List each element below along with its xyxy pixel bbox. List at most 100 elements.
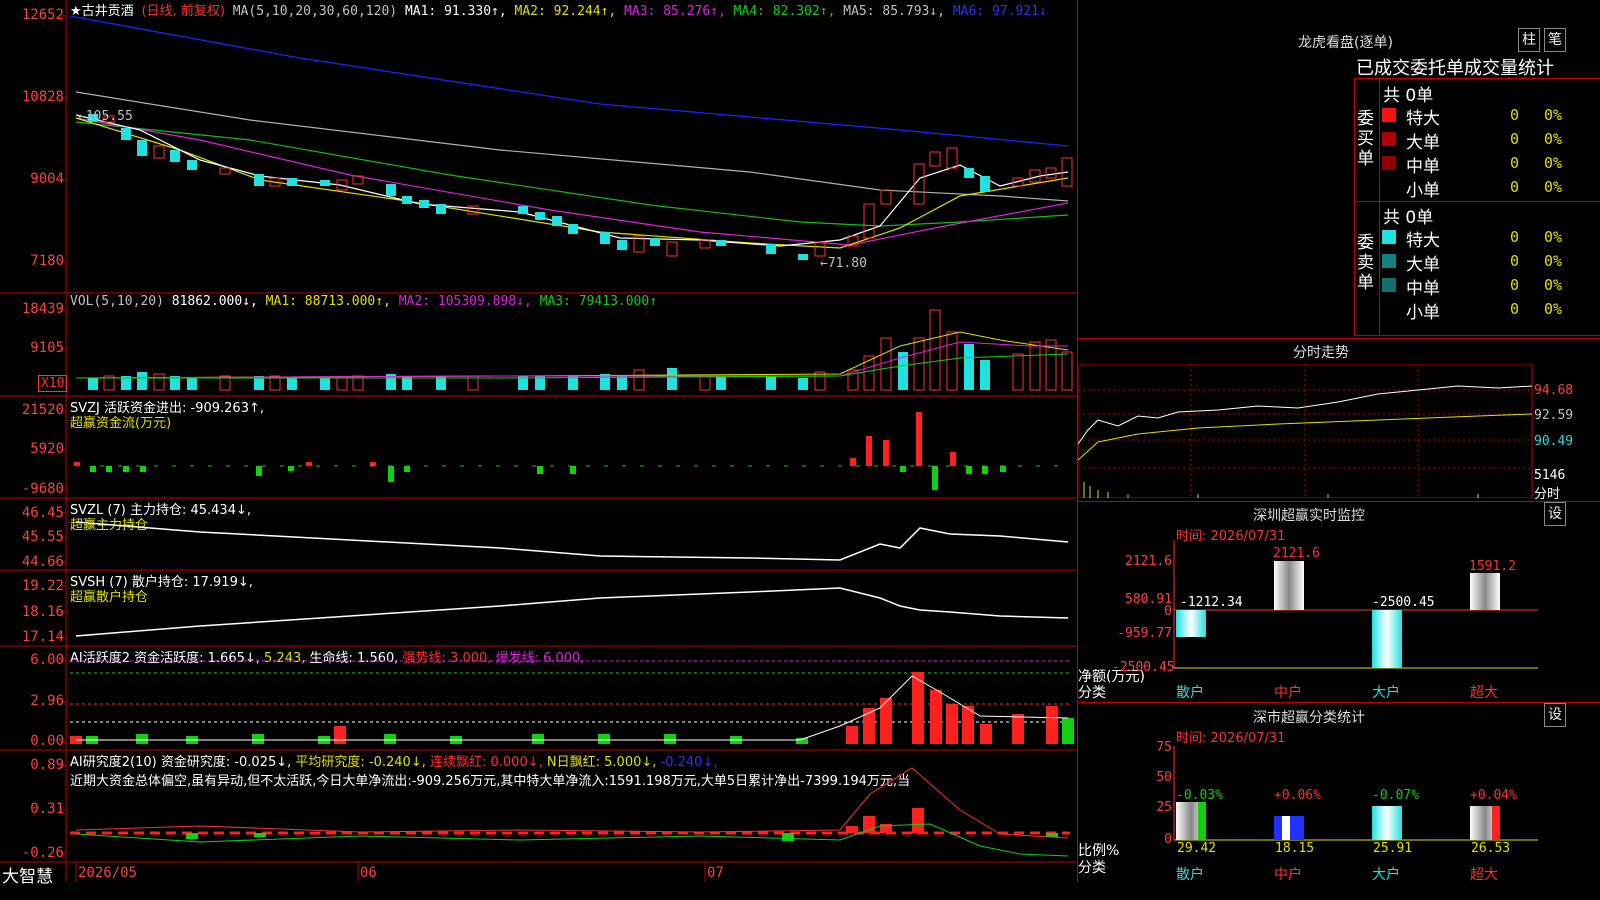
buy-row-2: 中单 0 0% <box>1380 152 1600 177</box>
stat-axis-label: 50 <box>1156 770 1172 785</box>
order-stat-header: 已成交委托单成交量统计 <box>1356 58 1554 79</box>
buy-row-1: 大单 0 0% <box>1380 128 1600 153</box>
color-swatch <box>1382 180 1396 194</box>
stat-axis-label: 0 <box>1164 832 1172 847</box>
row-name: 特大 <box>1406 109 1440 129</box>
monitor-settings-button[interactable]: 设 <box>1544 502 1566 526</box>
price-axis-label: 9004 <box>30 171 64 187</box>
color-swatch <box>1382 132 1396 146</box>
row-name: 特大 <box>1406 231 1440 251</box>
monitor-value-label: -1212.34 <box>1180 595 1243 610</box>
kline-header: ★古井贡酒 (日线, 前复权) MA(5,10,20,30,60,120) MA… <box>70 0 1047 19</box>
color-swatch <box>1382 302 1396 316</box>
kline-chart <box>69 15 1073 260</box>
monitor-cat-0: 散户 <box>1176 685 1204 701</box>
stat-value-label: 18.15 <box>1275 841 1315 856</box>
stock-name[interactable]: ★古井贡酒 <box>70 4 134 19</box>
lhb-title: 龙虎看盘(逐单) <box>1298 35 1393 51</box>
stat-delta-label: -0.03% <box>1176 788 1223 803</box>
monitor-value-label: -2500.45 <box>1372 595 1435 610</box>
row-name: 中单 <box>1406 279 1440 299</box>
svzl-line <box>75 521 1069 561</box>
row-pct: 0% <box>1544 106 1563 124</box>
row-pct: 0% <box>1544 130 1563 148</box>
intraday-unit: 分时 <box>1534 487 1561 502</box>
color-swatch <box>1382 230 1396 244</box>
monitor-axis-label: 0 <box>1164 604 1172 619</box>
date-label: 06 <box>360 865 377 881</box>
sell-row-2: 中单 0 0% <box>1380 274 1600 299</box>
svzj-bars <box>74 412 1070 490</box>
row-name: 小单 <box>1406 303 1440 323</box>
stat-delta-label: -0.07% <box>1372 788 1419 803</box>
kline-mode[interactable]: (日线, 前复权) <box>141 4 224 19</box>
row-name: 中单 <box>1406 157 1440 177</box>
stat-delta-label: +0.06% <box>1274 788 1321 803</box>
stat-axis-label: 25 <box>1156 800 1172 815</box>
brand-label: 大智慧 <box>2 867 53 887</box>
sell-row-1: 大单 0 0% <box>1380 250 1600 275</box>
intraday-chart[interactable] <box>1078 364 1600 498</box>
buy-total: 共 0单 <box>1383 86 1434 106</box>
candles <box>88 114 1073 260</box>
stat-title: 深市超赢分类统计 <box>1253 710 1365 726</box>
ai-active-bars <box>70 660 1074 744</box>
price-high-mark: ←105.55 <box>78 109 133 124</box>
main-chart-area[interactable]: 12652 10828 9004 7180 ←105.55 ←71.80 ★古井… <box>0 0 1078 887</box>
row-pct: 0% <box>1544 228 1563 246</box>
sell-total: 共 0单 <box>1383 208 1434 228</box>
ma3-value: MA3: 85.276↑, <box>624 4 726 19</box>
buy-row-0: 特大 0 0% <box>1380 104 1600 129</box>
stat-settings-button[interactable]: 设 <box>1544 703 1566 727</box>
row-name: 小单 <box>1406 181 1440 201</box>
row-name: 大单 <box>1406 133 1440 153</box>
row-pct: 0% <box>1544 178 1563 196</box>
sell-label: 委卖单 <box>1357 233 1374 293</box>
buy-row-3: 小单 0 0% <box>1380 176 1600 201</box>
svsh-line <box>75 587 1069 637</box>
intraday-axis-label: 94.68 <box>1534 383 1574 398</box>
buy-label: 委买单 <box>1357 109 1374 169</box>
ma5-line <box>75 91 1069 202</box>
sell-row-3: 小单 0 0% <box>1380 298 1600 323</box>
color-swatch <box>1382 278 1396 292</box>
vol-bars <box>75 309 1073 391</box>
monitor-axis-label: 2121.6 <box>1125 554 1172 569</box>
ma-label: MA(5,10,20,30,60,120) <box>232 4 398 19</box>
monitor-value-label: 2121.6 <box>1273 546 1320 561</box>
date-label: 2026/05 <box>78 865 138 881</box>
monitor-axis-label: -959.77 <box>1117 626 1172 641</box>
row-name: 大单 <box>1406 255 1440 275</box>
monitor-cat-1: 中户 <box>1274 685 1302 701</box>
stat-cat-3: 超大 <box>1470 867 1498 883</box>
row-pct: 0% <box>1544 276 1563 294</box>
tick-mode-button[interactable]: 笔 <box>1544 28 1566 52</box>
row-count: 0 <box>1510 276 1520 294</box>
ma5-value: MA5: 85.793↓, <box>843 4 945 19</box>
row-count: 0 <box>1510 178 1520 196</box>
monitor-cat-label: 分类 <box>1078 685 1106 701</box>
monitor-axis-label: -2500.45 <box>1112 660 1175 675</box>
stat-value-label: 29.42 <box>1177 841 1217 856</box>
row-pct: 0% <box>1544 154 1563 172</box>
monitor-value-label: 1591.2 <box>1469 559 1516 574</box>
price-axis-label: 7180 <box>30 253 64 269</box>
bar-mode-button[interactable]: 柱 <box>1518 28 1540 52</box>
price-axis-label: 12652 <box>21 7 64 23</box>
monitor-cat-3: 超大 <box>1470 685 1498 701</box>
stat-cat-2: 大户 <box>1372 867 1400 883</box>
intraday-axis-label: 5146 <box>1534 468 1566 483</box>
date-label: 07 <box>707 865 724 881</box>
ai-research-chart <box>70 767 1070 857</box>
sell-row-0: 特大 0 0% <box>1380 226 1600 251</box>
stat-value-label: 25.91 <box>1373 841 1413 856</box>
row-count: 0 <box>1510 252 1520 270</box>
price-low-mark: ←71.80 <box>820 256 867 271</box>
ma6-value: MA6: 97.921↓ <box>952 4 1047 19</box>
row-count: 0 <box>1510 300 1520 318</box>
ma6-line <box>69 15 1069 147</box>
intraday-title: 分时走势 <box>1293 345 1349 361</box>
stat-axis-label: 75 <box>1156 740 1172 755</box>
intraday-axis-label: 90.49 <box>1534 434 1574 449</box>
ma2-value: MA2: 92.244↑, <box>514 4 617 19</box>
